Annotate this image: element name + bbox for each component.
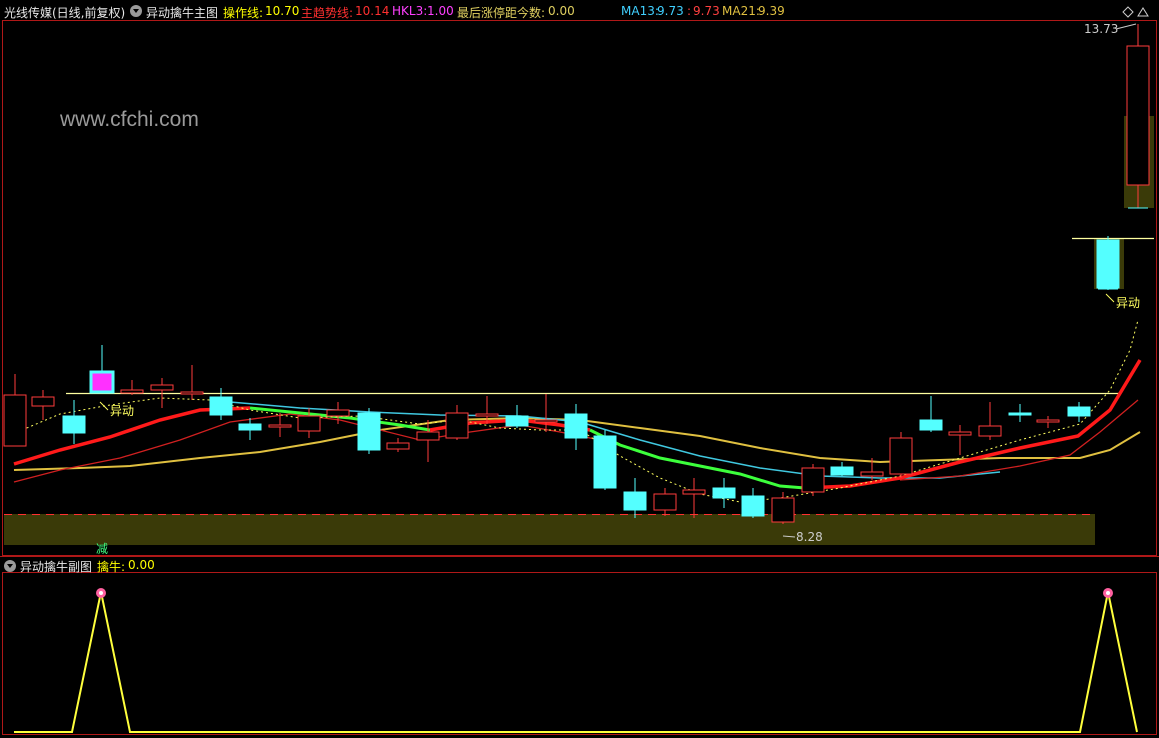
sub-readout-value: 0.00: [128, 558, 155, 572]
candles[interactable]: [3, 24, 1150, 524]
candle-body[interactable]: [297, 415, 321, 432]
candle-body[interactable]: [889, 437, 913, 475]
candle-body[interactable]: [475, 413, 499, 417]
candle-body[interactable]: [653, 493, 677, 511]
candle-body[interactable]: [1067, 406, 1091, 417]
signal-label-right: 异动: [1116, 296, 1140, 310]
bottom-tag: 减: [96, 542, 108, 556]
candle-body[interactable]: [386, 442, 410, 450]
bottom-zone: [4, 514, 1095, 545]
candle-body[interactable]: [534, 419, 558, 423]
candle-body[interactable]: [3, 394, 27, 447]
candle-body[interactable]: [150, 384, 174, 391]
sub-signal-marker-right: [1103, 588, 1113, 598]
candle-body[interactable]: [505, 415, 529, 427]
candle-body[interactable]: [771, 497, 795, 523]
candle-body[interactable]: [31, 396, 55, 407]
candle-body[interactable]: [1126, 45, 1150, 186]
candle-body[interactable]: [948, 431, 972, 436]
sub-panel-frame: [2, 572, 1157, 735]
signal-arrow-right: [1105, 293, 1115, 303]
main-panel-frame: [2, 20, 1157, 556]
candle-body[interactable]: [120, 389, 144, 394]
high-price-label: 13.73: [1084, 22, 1118, 36]
candle-body[interactable]: [593, 435, 617, 489]
diamond-icon[interactable]: [1122, 6, 1134, 18]
candle-body[interactable]: [89, 370, 115, 394]
expand-triangle-icon[interactable]: [1137, 7, 1149, 17]
chart-canvas[interactable]: www.cfchi.com 减 13.73 8.28 异动 异动: [0, 0, 1159, 738]
candle-body[interactable]: [712, 487, 736, 499]
candle-body[interactable]: [445, 412, 469, 439]
sub-indicator-name[interactable]: 异动擒牛副图: [20, 558, 92, 575]
signal-label-left: 异动: [110, 404, 134, 418]
candle-body[interactable]: [919, 419, 943, 431]
candle-body[interactable]: [416, 431, 440, 441]
candle-body[interactable]: [62, 415, 86, 434]
sub-indicator-line: [14, 591, 1138, 733]
candle-body[interactable]: [860, 471, 884, 477]
candle-body[interactable]: [741, 495, 765, 517]
candle-body[interactable]: [978, 425, 1002, 437]
candle-body[interactable]: [623, 491, 647, 511]
candle-body[interactable]: [326, 409, 350, 417]
watermark: www.cfchi.com: [59, 108, 199, 131]
candle-body[interactable]: [357, 412, 381, 451]
signal-arrow-left: [99, 401, 109, 411]
candle-body[interactable]: [830, 466, 854, 476]
candle-body[interactable]: [1008, 412, 1032, 416]
candle-body[interactable]: [268, 424, 292, 428]
high-price-arrow: [1115, 23, 1137, 30]
candle-body[interactable]: [180, 391, 204, 395]
candle-body[interactable]: [682, 489, 706, 495]
candle-body[interactable]: [1096, 239, 1120, 289]
candle-body[interactable]: [238, 423, 262, 431]
sub-readout-label: 擒牛:: [97, 560, 126, 574]
candle-body[interactable]: [801, 467, 825, 493]
candle-body[interactable]: [564, 413, 588, 439]
candle-body[interactable]: [209, 396, 233, 416]
sub-signal-marker-left: [96, 588, 106, 598]
trend-line-green-2: [589, 428, 806, 490]
candle-body[interactable]: [1036, 419, 1060, 423]
trend-line-red-3: [804, 359, 1142, 490]
sub-indicator-menu-icon[interactable]: [4, 560, 16, 572]
low-price-label: 8.28: [796, 530, 823, 544]
